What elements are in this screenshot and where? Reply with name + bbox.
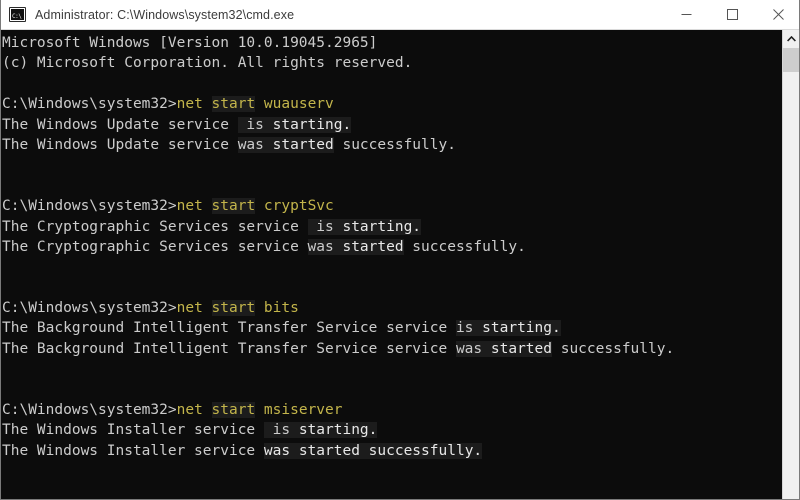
console-text: start (211, 300, 256, 317)
maximize-icon (726, 9, 738, 20)
console-line: Microsoft Windows [Version 10.0.19045.29… (2, 33, 783, 53)
console-line (2, 359, 783, 379)
console-text: started (272, 136, 334, 153)
console-line: (c) Microsoft Corporation. All rights re… (2, 53, 783, 73)
close-button[interactable] (755, 0, 799, 29)
console-text: started (490, 340, 552, 357)
console-text: successfully. (403, 238, 526, 255)
console-text: C:\Windows\system32> (2, 96, 177, 113)
window-title: Administrator: C:\Windows\system32\cmd.e… (35, 7, 295, 22)
console-text: bits (255, 300, 299, 317)
minimize-button[interactable] (663, 0, 709, 29)
console-text: net (176, 402, 212, 419)
console-line: The Windows Update service is starting. (2, 115, 783, 135)
console-line: C:\Windows\system32>net start cryptSvc (2, 196, 783, 216)
console-text: C:\Windows\system32> (2, 300, 177, 317)
console-line: The Windows Installer service is startin… (2, 420, 783, 440)
console-text: C:\Windows\system32> (2, 402, 177, 419)
console-text: Microsoft Windows [Version 10.0.19045.29… (2, 35, 378, 51)
console-text: msiserver (255, 402, 343, 419)
console-text: The Background Intelligent Transfer Serv… (2, 320, 456, 337)
cmd-console-icon: C:\ (9, 7, 26, 22)
console-text: start (211, 96, 256, 113)
console-text: The Windows Installer service (2, 422, 264, 439)
console-line (2, 155, 783, 175)
console-text: The Background Intelligent Transfer Serv… (2, 340, 456, 357)
console-text: wuauserv (255, 96, 334, 113)
console-text: is (455, 320, 483, 337)
console-line (2, 380, 783, 400)
titlebar[interactable]: C:\ Administrator: C:\Windows\system32\c… (1, 0, 799, 30)
console-text: is (263, 422, 299, 439)
console-text: started (342, 238, 404, 255)
console-text: C:\Windows\system32> (2, 198, 177, 215)
console-output[interactable]: Microsoft Windows [Version 10.0.19045.29… (1, 30, 783, 499)
console-text: successfully. (551, 340, 675, 357)
console-line (2, 278, 783, 298)
minimize-icon (681, 14, 691, 15)
console-text: successfully. (333, 136, 456, 153)
console-text: starting. (482, 320, 561, 337)
console-text: net (176, 198, 212, 215)
console-text: is (307, 218, 343, 235)
console-line: The Background Intelligent Transfer Serv… (2, 339, 783, 359)
console-line: C:\Windows\system32>net start msiserver (2, 400, 783, 420)
icon-prompt-glyph: C:\ (12, 13, 22, 20)
console-text: is (237, 116, 273, 133)
console-line: The Windows Update service was started s… (2, 135, 783, 155)
console-text: was started successfully. (263, 442, 483, 459)
console-text: start (211, 198, 256, 215)
console-line (2, 257, 783, 277)
console-text: The Windows Update service (2, 136, 238, 153)
console-text: start (211, 402, 256, 419)
console-text: (c) Microsoft Corporation. All rights re… (2, 55, 413, 72)
console-text: The Cryptographic Services service (2, 218, 308, 235)
maximize-button[interactable] (709, 0, 755, 29)
chevron-up-icon (786, 35, 796, 42)
console-text: The Windows Update service (2, 116, 238, 133)
console-line: The Cryptographic Services service was s… (2, 237, 783, 257)
cmd-window: C:\ Administrator: C:\Windows\system32\c… (0, 0, 800, 500)
console-text: starting. (272, 116, 352, 133)
close-icon (772, 9, 784, 20)
console-text: was (455, 340, 491, 357)
console-text: The Windows Installer service (2, 442, 264, 459)
console-text: cryptSvc (255, 198, 334, 215)
console-line: The Windows Installer service was starte… (2, 441, 783, 461)
console-line: C:\Windows\system32>net start wuauserv (2, 94, 783, 114)
vertical-scrollbar[interactable] (782, 30, 799, 499)
console-line (2, 74, 783, 94)
console-line: The Cryptographic Services service is st… (2, 217, 783, 237)
console-text: net (176, 300, 212, 317)
console-line: C:\Windows\system32>net start bits (2, 298, 783, 318)
console-text: net (176, 96, 212, 113)
scrollbar-thumb[interactable] (783, 48, 799, 72)
console-text: starting. (298, 422, 378, 439)
console-line (2, 176, 783, 196)
scroll-up-button[interactable] (783, 30, 799, 47)
console-text: was (307, 238, 343, 255)
console-text: starting. (342, 218, 422, 235)
console-line: The Background Intelligent Transfer Serv… (2, 318, 783, 338)
console-text: The Cryptographic Services service (2, 238, 308, 255)
console-text: was (237, 136, 273, 153)
